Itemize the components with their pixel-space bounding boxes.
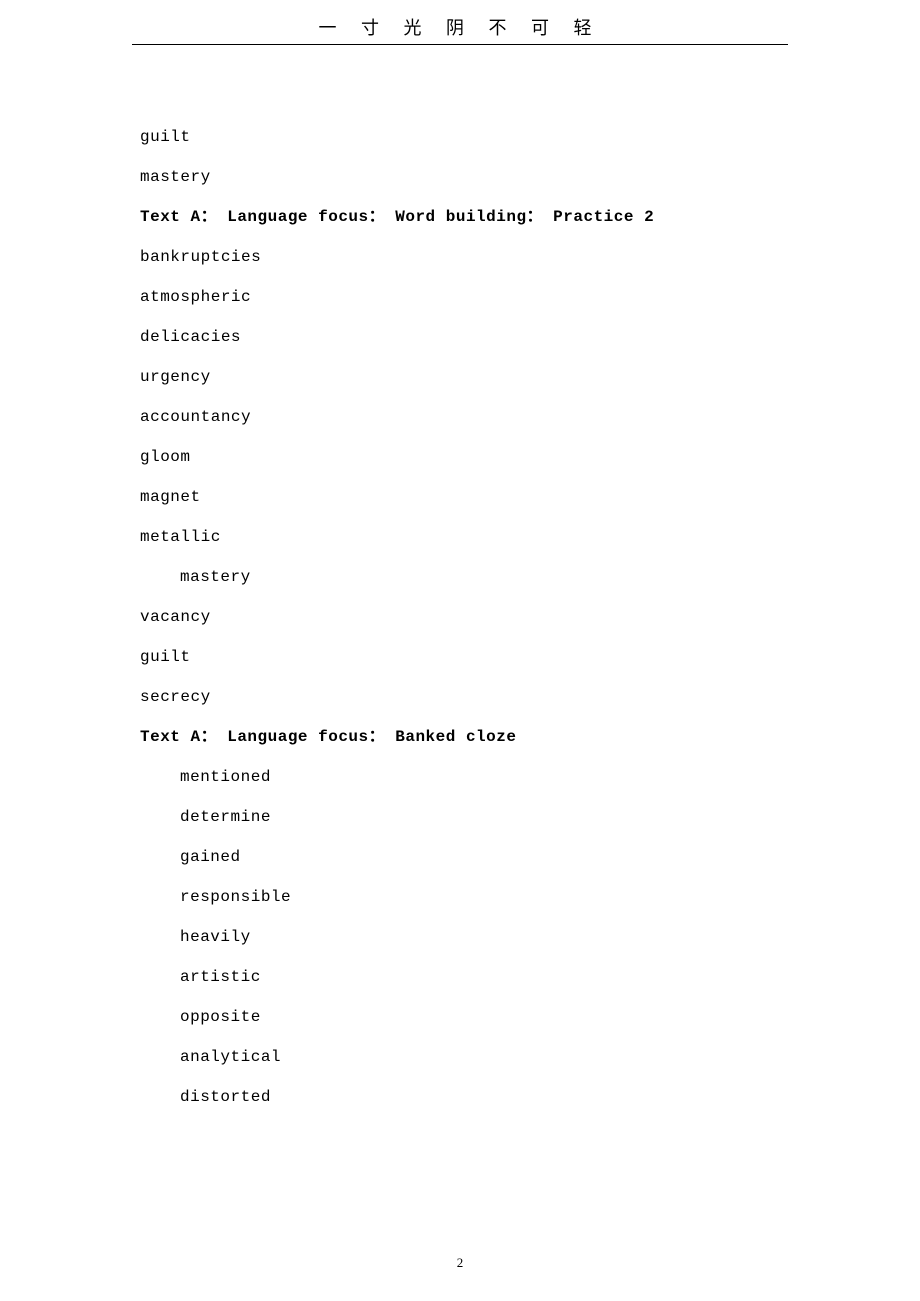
word-item: heavily: [140, 929, 780, 945]
word-item: analytical: [140, 1049, 780, 1065]
word-item: bankruptcies: [140, 249, 780, 265]
document-content: guilt mastery Text A： Language focus： Wo…: [0, 51, 920, 1105]
header-divider: [132, 44, 788, 45]
word-item: artistic: [140, 969, 780, 985]
word-item: vacancy: [140, 609, 780, 625]
word-item: opposite: [140, 1009, 780, 1025]
word-item: mentioned: [140, 769, 780, 785]
page-number: 2: [0, 1255, 920, 1271]
word-item: magnet: [140, 489, 780, 505]
word-item: accountancy: [140, 409, 780, 425]
word-item: atmospheric: [140, 289, 780, 305]
word-item: guilt: [140, 129, 780, 145]
word-item: delicacies: [140, 329, 780, 345]
word-item: mastery: [140, 569, 780, 585]
section-heading: Text A： Language focus： Word building： P…: [140, 209, 780, 225]
word-item: metallic: [140, 529, 780, 545]
word-item: responsible: [140, 889, 780, 905]
word-item: determine: [140, 809, 780, 825]
word-item: guilt: [140, 649, 780, 665]
word-item: distorted: [140, 1089, 780, 1105]
word-item: gloom: [140, 449, 780, 465]
header-motto: 一 寸 光 阴 不 可 轻: [0, 14, 920, 40]
document-page: 一 寸 光 阴 不 可 轻 guilt mastery Text A： Lang…: [0, 0, 920, 1301]
word-item: secrecy: [140, 689, 780, 705]
section-heading: Text A： Language focus： Banked cloze: [140, 729, 780, 745]
page-header: 一 寸 光 阴 不 可 轻: [0, 0, 920, 51]
word-item: gained: [140, 849, 780, 865]
word-item: mastery: [140, 169, 780, 185]
word-item: urgency: [140, 369, 780, 385]
